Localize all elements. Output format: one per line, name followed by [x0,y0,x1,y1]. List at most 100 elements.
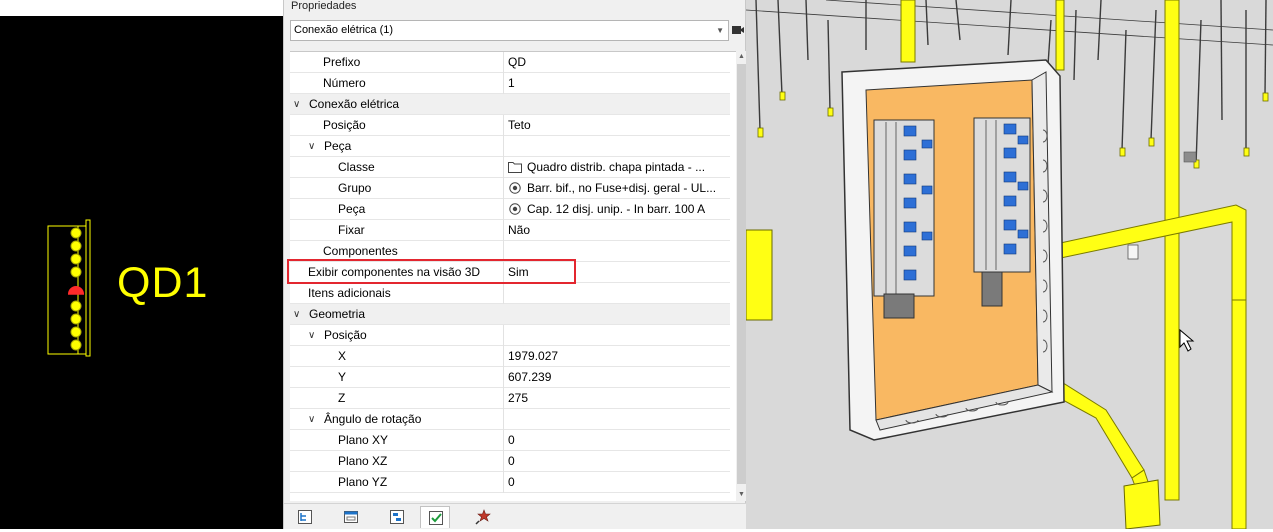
property-row-peca[interactable]: Peça Cap. 12 disj. unip. - In barr. 100 A [290,199,730,220]
property-name: Posição [324,328,367,342]
view-3d[interactable] [745,0,1273,530]
property-row-classe[interactable]: Classe Quadro distrib. chapa pintada - ..… [290,157,730,178]
property-row-conexao-eletrica[interactable]: ∨ Conexão elétrica [290,94,730,115]
property-name: Exibir componentes na visão 3D [308,265,481,279]
property-value[interactable]: Sim [503,262,730,283]
scrollbar-thumb[interactable] [737,64,746,484]
properties-panel: Propriedades Conexão elétrica (1) ▼ Pref… [283,0,747,529]
property-value[interactable]: QD [503,52,730,73]
property-name: Posição [323,118,366,132]
property-row-angulo-de-rotacao[interactable]: ∨ Ângulo de rotação [290,409,730,430]
window-view-icon [344,511,358,523]
property-row-grupo[interactable]: Grupo Barr. bif., no Fuse+disj. geral - U… [290,178,730,199]
property-value-text: 1979.027 [508,349,559,363]
cad-viewport[interactable]: QD1 [0,0,283,529]
tree-view-icon [298,510,312,524]
property-row-plano-yz[interactable]: Plano YZ 0 [290,472,730,493]
property-value[interactable]: Quadro distrib. chapa pintada - ... [503,157,730,178]
property-name: Componentes [323,244,398,258]
target-icon [509,203,521,215]
property-value-text: Cap. 12 disj. unip. - In barr. 100 A [527,202,706,216]
property-value[interactable]: Barr. bif., no Fuse+disj. geral - UL... [503,178,730,199]
property-value-text: Teto [508,118,531,132]
property-value-text: 0 [508,433,515,447]
cad-top-strip [0,0,283,16]
target-icon [509,182,521,194]
chevron-down-icon[interactable]: ∨ [293,94,300,115]
chevron-down-icon[interactable]: ∨ [308,409,315,430]
pin-star-icon [475,509,491,525]
camera-icon[interactable] [731,23,745,37]
list-view-button[interactable] [382,506,412,528]
property-value[interactable]: 0 [503,451,730,472]
property-name: Classe [338,160,375,174]
property-row-x[interactable]: X 1979.027 [290,346,730,367]
property-name: Plano XZ [338,454,388,468]
scene-3d [745,0,1273,530]
property-name: Grupo [338,181,372,195]
window-view-button[interactable] [336,506,366,528]
property-value[interactable] [503,241,730,262]
property-value[interactable] [503,136,730,157]
property-name: Geometria [309,307,366,321]
property-row-geometria[interactable]: ∨ Geometria [290,304,730,325]
property-row-z[interactable]: Z 275 [290,388,730,409]
selector-value: Conexão elétrica (1) [294,24,394,36]
property-name: Z [338,391,346,405]
chevron-down-icon[interactable]: ∨ [308,136,315,157]
chevron-down-icon[interactable]: ▼ [716,21,724,40]
property-value-text: 0 [508,454,515,468]
property-name: Fixar [338,223,365,237]
properties-check-button[interactable] [420,506,450,528]
panel-toolbar [284,503,747,529]
property-row-exibir-componentes-na-visao-3d[interactable]: Exibir componentes na visão 3D Sim [290,262,730,283]
property-value[interactable]: 1979.027 [503,346,730,367]
tree-view-button[interactable] [290,506,320,528]
property-row-itens-adicionais[interactable]: Itens adicionais [290,283,730,304]
property-value[interactable] [503,409,730,430]
panel-symbol-icon[interactable] [44,218,92,358]
chevron-down-icon[interactable]: ∨ [308,325,315,346]
chevron-down-icon[interactable]: ∨ [293,304,300,325]
property-value[interactable] [503,283,730,304]
property-value[interactable]: 1 [503,73,730,94]
property-value[interactable]: 607.239 [503,367,730,388]
property-name: Plano YZ [338,475,388,489]
property-value-text: Não [508,223,531,237]
property-value[interactable]: 0 [503,430,730,451]
property-name: Ângulo de rotação [324,412,422,426]
property-row-plano-xz[interactable]: Plano XZ 0 [290,451,730,472]
property-name: Prefixo [323,55,361,69]
pin-star-button[interactable] [468,506,498,528]
property-row-y[interactable]: Y 607.239 [290,367,730,388]
property-value[interactable] [503,325,730,346]
property-row-posicao[interactable]: ∨ Posição [290,325,730,346]
property-row-posicao[interactable]: Posição Teto [290,115,730,136]
property-value[interactable]: Não [503,220,730,241]
property-value-text: Barr. bif., no Fuse+disj. geral - UL... [527,181,717,195]
property-row-numero[interactable]: Número 1 [290,73,730,94]
property-value[interactable]: 0 [503,472,730,493]
property-value[interactable]: Cap. 12 disj. unip. - In barr. 100 A [503,199,730,220]
property-value-text: 1 [508,76,515,90]
property-name: Conexão elétrica [309,97,400,111]
property-row-componentes[interactable]: Componentes [290,241,730,262]
property-value-text: QD [508,55,526,69]
property-value[interactable]: Teto [503,115,730,136]
property-row-peca[interactable]: ∨ Peça [290,136,730,157]
property-row-fixar[interactable]: Fixar Não [290,220,730,241]
property-value[interactable]: 275 [503,388,730,409]
object-selector-dropdown[interactable]: Conexão elétrica (1) ▼ [290,20,729,41]
electrical-panel-3d [841,59,1065,441]
property-name: Plano XY [338,433,389,447]
property-name: Peça [338,202,366,216]
property-value-text: 0 [508,475,515,489]
property-row-plano-xy[interactable]: Plano XY 0 [290,430,730,451]
property-row-prefixo[interactable]: Prefixo QD [290,52,730,73]
property-name: Número [323,76,366,90]
cad-panel-label[interactable]: QD1 [117,262,208,305]
property-name: Peça [324,139,352,153]
property-value-text: Quadro distrib. chapa pintada - ... [527,160,706,174]
property-name: X [338,349,347,363]
property-grid: Prefixo QD Número 1 ∨ Conexão elétrica Posição… [290,51,736,501]
